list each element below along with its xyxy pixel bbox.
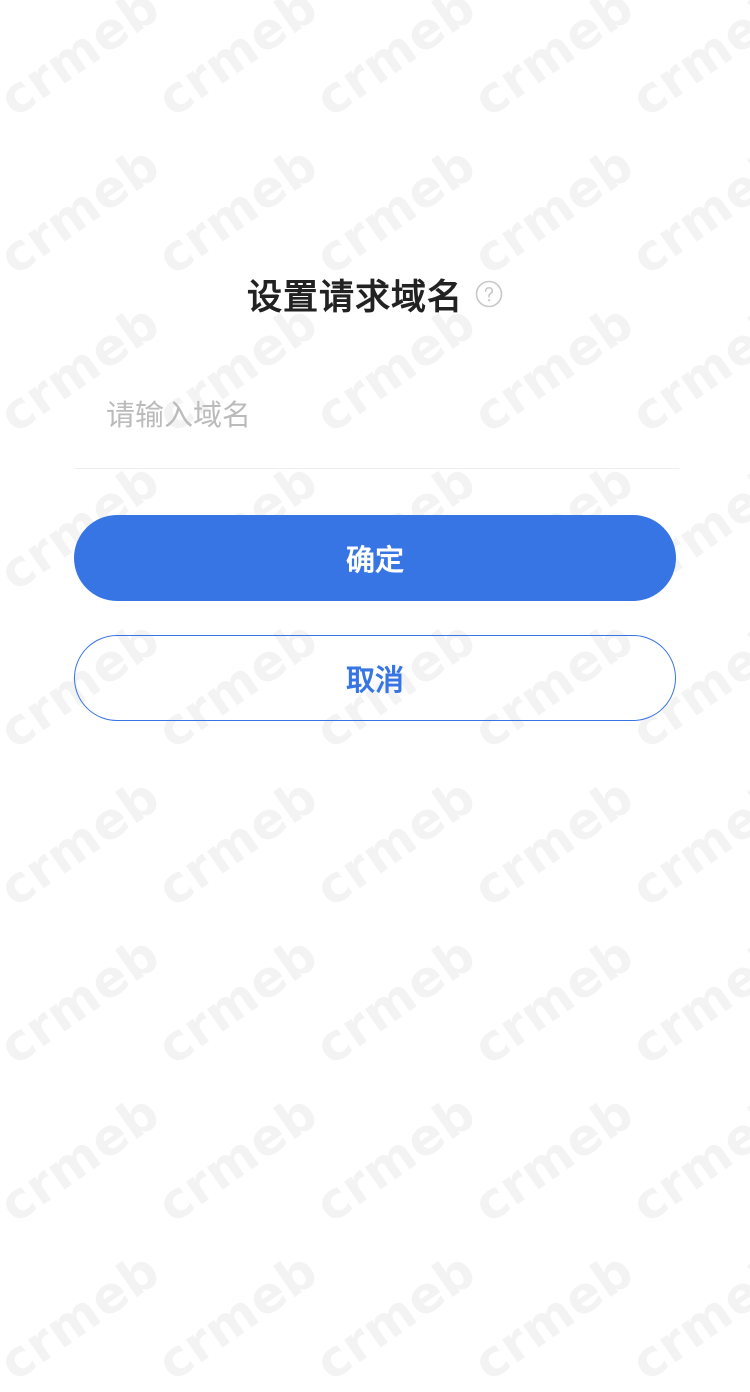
domain-setup-screen: 设置请求域名 确定 取消 xyxy=(0,0,750,1334)
confirm-button[interactable]: 确定 xyxy=(74,515,676,601)
page-title: 设置请求域名 xyxy=(246,277,463,318)
title-row: 设置请求域名 xyxy=(0,266,750,322)
question-circle-icon[interactable] xyxy=(475,280,503,308)
domain-input[interactable] xyxy=(75,362,679,468)
domain-input-wrapper xyxy=(75,362,679,469)
cancel-button[interactable]: 取消 xyxy=(74,635,676,721)
